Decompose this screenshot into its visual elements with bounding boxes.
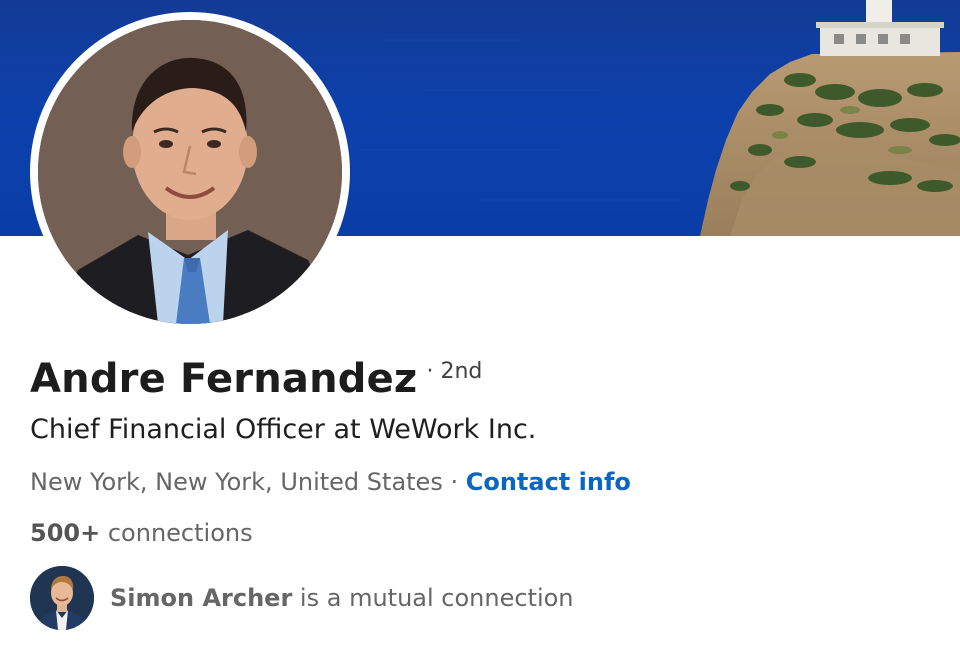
connection-degree: · 2nd (426, 359, 483, 384)
connections-count: 500+ (30, 519, 101, 547)
profile-name: Andre Fernandez (30, 356, 418, 402)
connections-link[interactable]: 500+ connections (30, 519, 253, 547)
connections-label: connections (100, 519, 253, 547)
mutual-connection-text: Simon Archer is a mutual connection (110, 584, 574, 612)
profile-photo[interactable] (38, 20, 342, 324)
profile-headline: Chief Financial Officer at WeWork Inc. (30, 414, 537, 445)
profile-page: Andre Fernandez · 2nd Chief Financial Of… (0, 0, 960, 654)
profile-location: New York, New York, United States (30, 468, 443, 496)
name-row: Andre Fernandez · 2nd (30, 356, 482, 412)
mutual-connection-avatar (30, 566, 94, 630)
location-row: New York, New York, United States · Cont… (30, 468, 631, 496)
profile-photo-image (38, 20, 342, 324)
mutual-connection-photo (30, 566, 94, 630)
location-separator: · (442, 468, 466, 496)
mutual-connection-suffix: is a mutual connection (292, 584, 574, 612)
mutual-connection-name: Simon Archer (110, 584, 293, 612)
contact-info-link[interactable]: Contact info (466, 468, 631, 496)
